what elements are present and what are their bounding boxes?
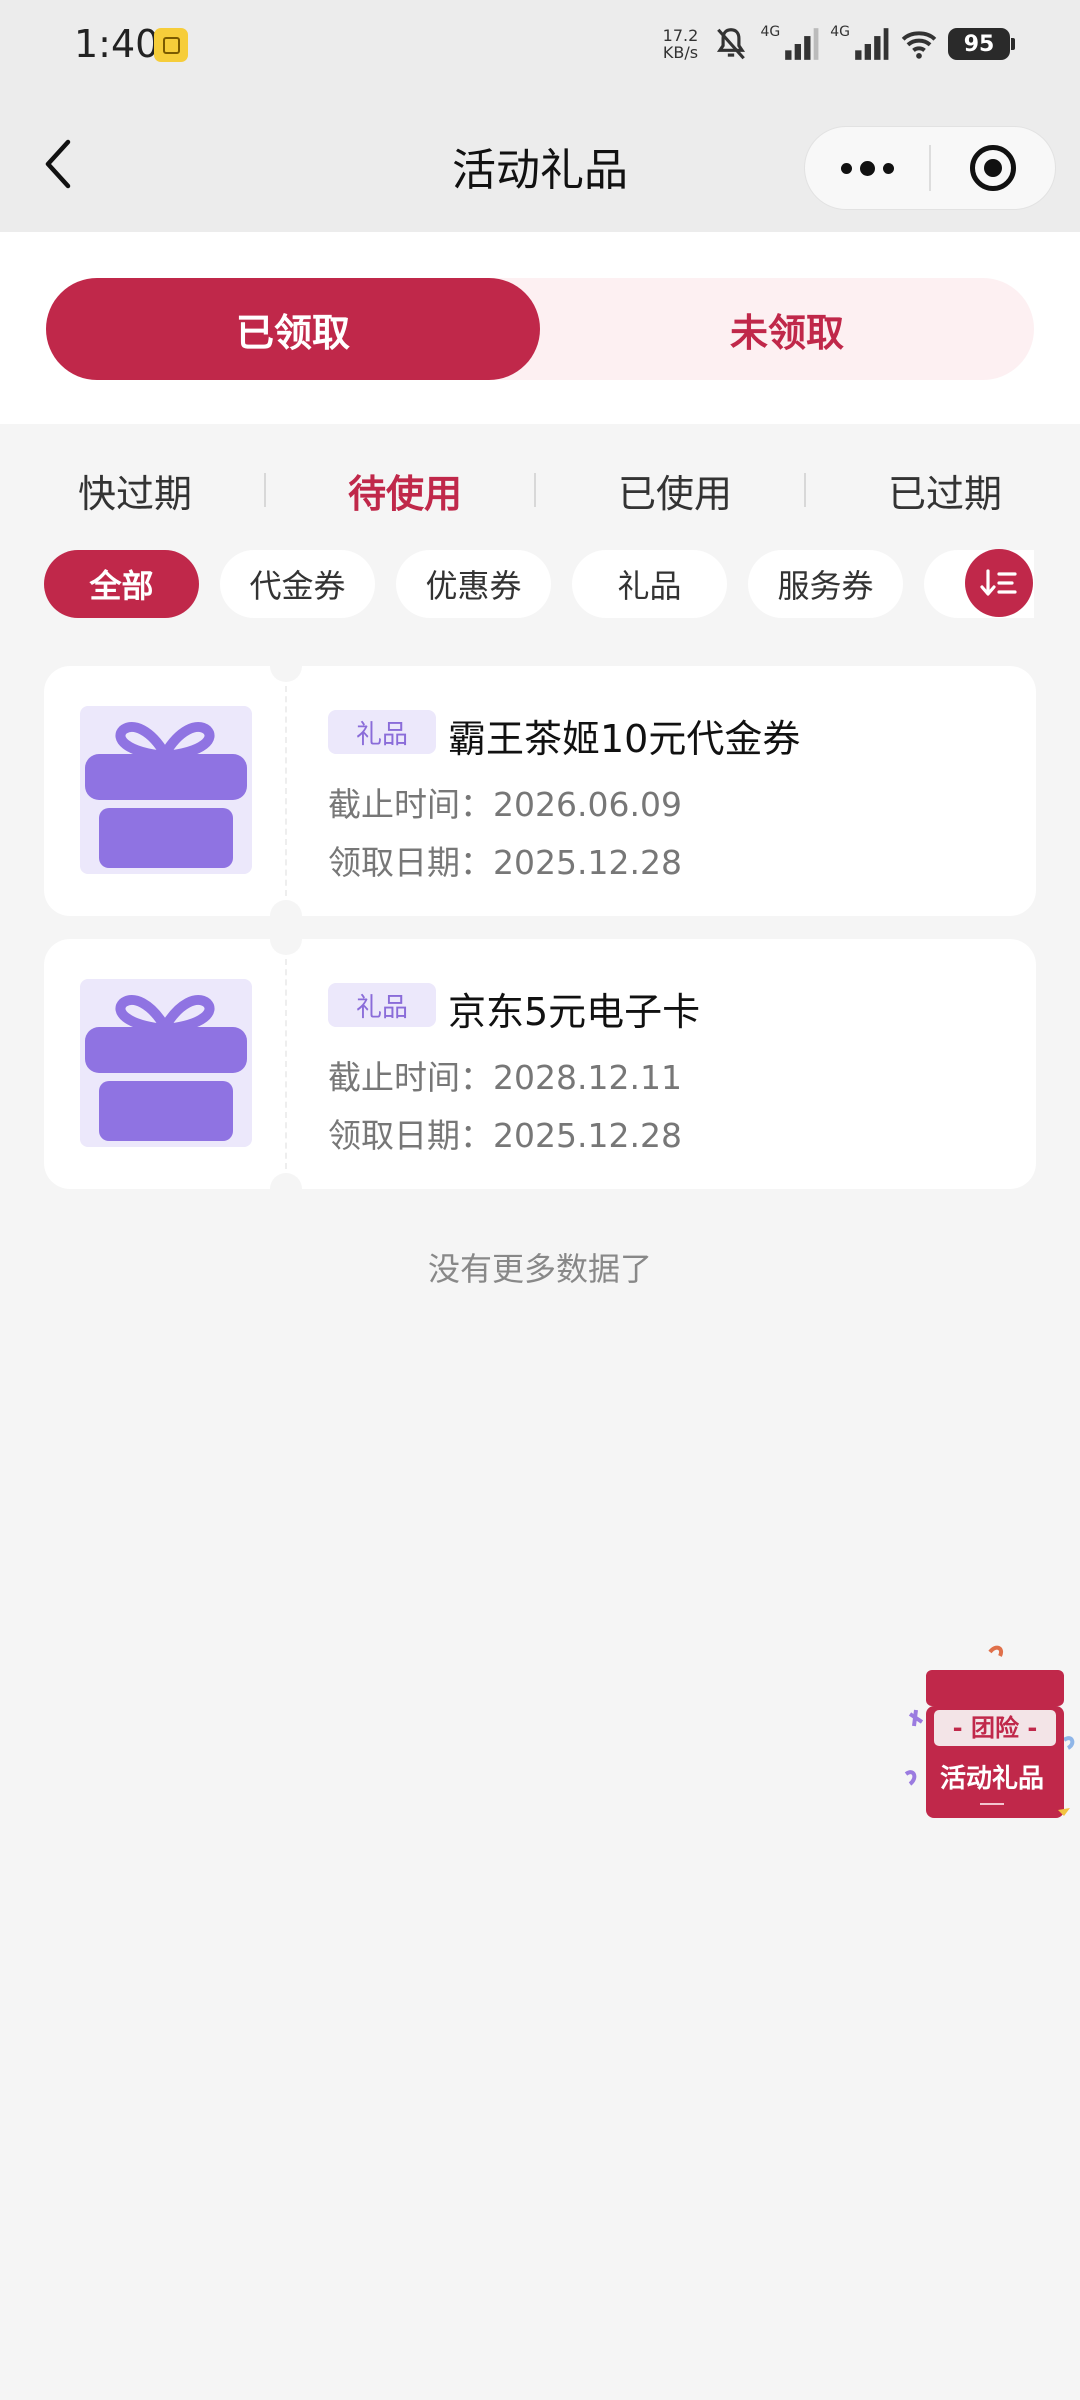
gift-title: 京东5元电子卡: [448, 990, 701, 1034]
mute-icon: [717, 28, 746, 60]
signal-icon-2: [855, 28, 889, 60]
segment-unreceived[interactable]: 未领取: [540, 278, 1034, 380]
chip-service[interactable]: 服务券: [748, 550, 903, 618]
gift-thumbnail: [80, 979, 252, 1147]
sort-icon: [980, 569, 1017, 596]
chip-all[interactable]: 全部: [44, 550, 199, 618]
sort-button[interactable]: [965, 549, 1033, 617]
tab-separator: [264, 473, 266, 507]
net-speed-unit: KB/s: [662, 43, 699, 62]
battery-indicator: 95: [948, 28, 1015, 60]
gift-deadline: 截止时间：2026.06.09: [328, 778, 682, 826]
signal2-label: 4G: [830, 24, 850, 40]
gift-tag: 礼品: [328, 983, 436, 1027]
signal-icon-1: [785, 28, 819, 60]
deadline-label: 截止时间：: [328, 1058, 493, 1097]
card-divider: [285, 686, 287, 896]
mini-program-capsule: [804, 126, 1056, 210]
chip-voucher[interactable]: 代金券: [220, 550, 375, 618]
gift-thumbnail: [80, 706, 252, 874]
received-value: 2025.12.28: [493, 1116, 682, 1155]
status-tabs: 快过期 待使用 已使用 已过期: [0, 450, 1080, 530]
card-divider: [285, 959, 287, 1169]
deadline-value: 2026.06.09: [493, 785, 682, 824]
segment-area: 已领取 未领取: [0, 232, 1080, 424]
float-gift-badge[interactable]: - 团险 - 活动礼品: [900, 1644, 1080, 1824]
net-speed-value: 17.2: [662, 26, 699, 45]
nav-bar: 活动礼品: [0, 90, 1080, 232]
tab-expiring[interactable]: 快过期: [0, 463, 270, 518]
gift-title: 霸王茶姬10元代金券: [448, 717, 801, 761]
deadline-value: 2028.12.11: [493, 1058, 682, 1097]
gift-card[interactable]: 礼品 霸王茶姬10元代金券 截止时间：2026.06.09 领取日期：2025.…: [44, 650, 1036, 932]
gift-deadline: 截止时间：2028.12.11: [328, 1051, 682, 1099]
wifi-icon: [901, 31, 937, 59]
deadline-label: 截止时间：: [328, 785, 493, 824]
tab-expired[interactable]: 已过期: [810, 463, 1080, 518]
status-time: 1:40: [74, 22, 160, 66]
app-notification-icon: [154, 28, 188, 62]
float-badge-line2: 活动礼品: [940, 1763, 1044, 1794]
gift-received-date: 领取日期：2025.12.28: [328, 1109, 682, 1157]
received-label: 领取日期：: [328, 1116, 493, 1155]
segment-received[interactable]: 已领取: [46, 278, 540, 380]
gift-tag: 礼品: [328, 710, 436, 754]
chip-coupon[interactable]: 优惠券: [396, 550, 551, 618]
float-badge-line1: - 团险 -: [953, 1714, 1038, 1742]
gift-icon: [85, 995, 247, 1141]
tab-separator: [534, 473, 536, 507]
signal1-label: 4G: [760, 24, 781, 40]
received-label: 领取日期：: [328, 843, 493, 882]
gift-icon: [85, 722, 247, 868]
chip-gift[interactable]: 礼品: [572, 550, 727, 618]
tab-to-use[interactable]: 待使用: [270, 463, 540, 518]
tab-used[interactable]: 已使用: [540, 463, 810, 518]
received-value: 2025.12.28: [493, 843, 682, 882]
filter-chips: 全部 代金券 优惠券 礼品 服务券: [44, 550, 1034, 620]
no-more-data-text: 没有更多数据了: [427, 1250, 652, 1288]
tab-separator: [804, 473, 806, 507]
gift-card[interactable]: 礼品 京东5元电子卡 截止时间：2028.12.11 领取日期：2025.12.…: [44, 923, 1036, 1205]
status-right: 17.2 KB/s 4G 4G 95: [658, 18, 1015, 70]
gift-box-icon: - 团险 - 活动礼品: [904, 1645, 1075, 1818]
segment-control: 已领取 未领取: [46, 278, 1034, 380]
more-dots-icon[interactable]: [805, 127, 929, 209]
top-area: 1:40 17.2 KB/s 4G 4G 95 活动礼品: [0, 0, 1080, 232]
gift-received-date: 领取日期：2025.12.28: [328, 836, 682, 884]
status-bar: 1:40 17.2 KB/s 4G 4G 95: [0, 0, 1080, 90]
target-icon[interactable]: [931, 127, 1055, 209]
net-speed: 17.2 KB/s: [658, 27, 702, 61]
